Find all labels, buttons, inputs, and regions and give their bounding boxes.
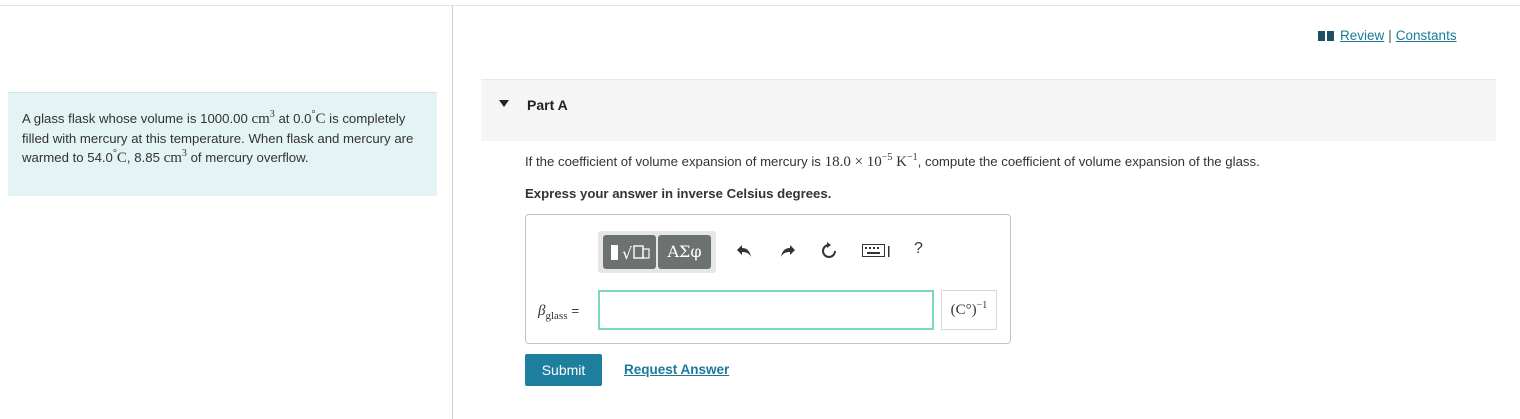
- book-icon: [1318, 29, 1334, 44]
- pane-divider: [452, 6, 453, 419]
- problem-math-overflow-unit: cm3: [163, 148, 187, 167]
- collapse-caret-icon[interactable]: [499, 100, 509, 107]
- svg-text:√: √: [622, 244, 633, 263]
- answer-box: √ ΑΣφ ? βglass = (C°)−1: [525, 214, 1011, 344]
- problem-text-1: A glass flask whose volume is 1000.00: [22, 111, 252, 126]
- part-header[interactable]: Part A: [481, 79, 1496, 141]
- review-link[interactable]: Review: [1340, 28, 1384, 43]
- question-text: If the coefficient of volume expansion o…: [525, 152, 1260, 171]
- answer-variable-label: βglass =: [538, 303, 580, 322]
- constants-link[interactable]: Constants: [1396, 28, 1457, 43]
- keyboard-icon[interactable]: [862, 244, 892, 263]
- template-tool-group: √ ΑΣφ: [598, 231, 716, 273]
- problem-math-temp-unit-2: °C: [112, 148, 127, 167]
- undo-icon[interactable]: [736, 242, 754, 265]
- submit-button[interactable]: Submit: [525, 354, 602, 386]
- templates-button[interactable]: √: [603, 235, 656, 269]
- problem-statement: A glass flask whose volume is 1000.00 cm…: [8, 92, 437, 196]
- answer-instruction: Express your answer in inverse Celsius d…: [525, 186, 832, 201]
- request-answer-link[interactable]: Request Answer: [624, 362, 729, 377]
- problem-text-4: , 8.85: [126, 150, 164, 165]
- top-rule: [0, 5, 1520, 6]
- links-separator: |: [1388, 28, 1392, 43]
- resource-links: Review | Constants: [1318, 28, 1457, 44]
- part-label: Part A: [527, 97, 568, 113]
- question-math-coefficient: 18.0 × 10−5 K−1: [824, 152, 918, 171]
- problem-math-temp-unit-1: °C: [311, 109, 326, 128]
- problem-text-2: at 0.0: [274, 111, 312, 126]
- templates-icon: √: [611, 244, 650, 263]
- answer-units: (C°)−1: [941, 290, 997, 330]
- reset-icon[interactable]: [820, 242, 838, 265]
- redo-icon[interactable]: [778, 242, 796, 265]
- help-icon[interactable]: ?: [914, 240, 923, 258]
- symbols-button[interactable]: ΑΣφ: [658, 235, 711, 269]
- problem-text-5: of mercury overflow.: [186, 150, 309, 165]
- answer-input[interactable]: [598, 290, 934, 330]
- problem-math-volume-unit: cm3: [251, 109, 275, 128]
